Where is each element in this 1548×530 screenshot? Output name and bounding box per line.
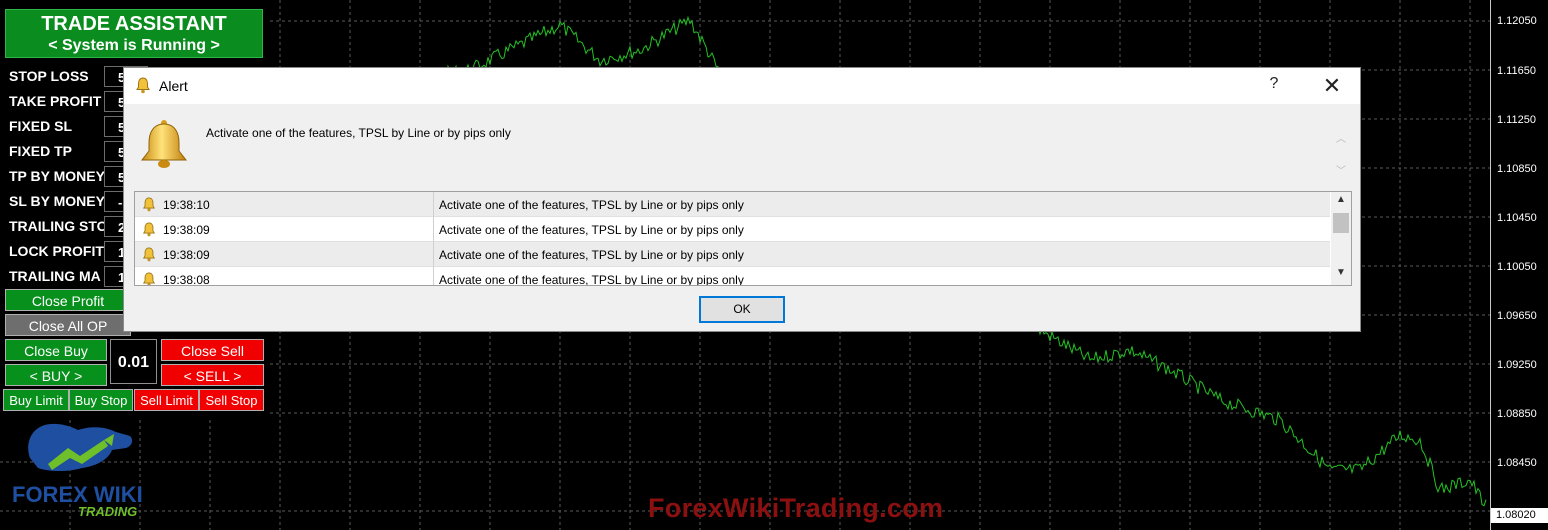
- price-label: 1.12050: [1497, 15, 1537, 27]
- price-label: 1.11650: [1497, 65, 1536, 77]
- scrollbar-thumb[interactable]: [1333, 213, 1349, 233]
- bell-icon: [142, 247, 156, 262]
- buy-limit-button[interactable]: Buy Limit: [3, 389, 69, 411]
- alert-time: 19:38:09: [163, 248, 210, 262]
- lot-size-input[interactable]: 0.01: [110, 339, 157, 384]
- panel-header: TRADE ASSISTANT < System is Running >: [5, 9, 263, 58]
- bell-icon: [140, 120, 188, 168]
- column-divider: [433, 242, 434, 267]
- alert-row[interactable]: 19:38:08 Activate one of the features, T…: [135, 267, 1330, 286]
- alert-message: Activate one of the features, TPSL by Li…: [206, 126, 511, 140]
- param-label: STOP LOSS: [9, 68, 89, 84]
- column-divider: [433, 217, 434, 242]
- param-label: TAKE PROFIT: [9, 93, 102, 109]
- price-label: 1.08450: [1497, 457, 1537, 469]
- sell-stop-button[interactable]: Sell Stop: [199, 389, 264, 411]
- question-icon[interactable]: ?: [1264, 75, 1284, 97]
- param-label: TRAILING MA: [9, 268, 101, 284]
- chevron-down-icon[interactable]: ﹀: [1334, 162, 1348, 177]
- bell-icon: [142, 272, 156, 285]
- param-label: TRAILING STOP: [9, 218, 117, 234]
- price-label: 1.10450: [1497, 212, 1537, 224]
- list-scrollbar[interactable]: ▲ ▼: [1331, 192, 1351, 285]
- message-scrollbar[interactable]: ︿ ﹀: [1334, 124, 1348, 180]
- alert-text: Activate one of the features, TPSL by Li…: [439, 223, 744, 237]
- close-icon[interactable]: ✕: [1314, 72, 1350, 100]
- dialog-title: Alert: [159, 78, 188, 94]
- forex-wiki-logo: FOREX WIKI TRADING: [8, 418, 158, 523]
- alert-row[interactable]: 19:38:10 Activate one of the features, T…: [135, 192, 1330, 217]
- price-label: 1.09650: [1497, 310, 1537, 322]
- chevron-up-icon[interactable]: ︿: [1334, 130, 1348, 145]
- param-label: LOCK PROFIT: [9, 243, 104, 259]
- alert-text: Activate one of the features, TPSL by Li…: [439, 248, 744, 262]
- param-label: FIXED TP: [9, 143, 73, 159]
- buy-stop-button[interactable]: Buy Stop: [69, 389, 133, 411]
- bell-icon: [136, 77, 150, 94]
- alert-row[interactable]: 19:38:09 Activate one of the features, T…: [135, 242, 1330, 267]
- alert-text: Activate one of the features, TPSL by Li…: [439, 273, 744, 286]
- price-label: 1.08850: [1497, 408, 1537, 420]
- logo-subtitle: TRADING: [78, 504, 138, 519]
- chevron-up-icon[interactable]: ▲: [1331, 194, 1351, 208]
- bell-icon: [142, 197, 156, 212]
- buy-button[interactable]: < BUY >: [5, 364, 107, 386]
- watermark-text: ForexWikiTrading.com: [648, 493, 944, 523]
- sell-limit-button[interactable]: Sell Limit: [134, 389, 199, 411]
- chevron-down-icon[interactable]: ▼: [1331, 267, 1351, 281]
- ok-button[interactable]: OK: [699, 296, 785, 323]
- param-label: FIXED SL: [9, 118, 73, 134]
- bull-icon: [28, 423, 133, 471]
- alert-dialog: Alert ? ✕ Activate one of the features, …: [123, 67, 1361, 332]
- price-label: 1.10850: [1497, 163, 1537, 175]
- dialog-titlebar[interactable]: Alert ? ✕: [124, 68, 1360, 104]
- close-all-op-button[interactable]: Close All OP: [5, 314, 131, 336]
- price-label: 1.11250: [1497, 114, 1536, 126]
- price-label: 1.10050: [1497, 261, 1537, 273]
- column-divider: [433, 267, 434, 285]
- column-divider: [433, 192, 434, 217]
- price-label: 1.09250: [1497, 359, 1537, 371]
- price-axis: 1.12050 1.11650 1.11250 1.10850 1.10450 …: [1490, 0, 1548, 530]
- close-sell-button[interactable]: Close Sell: [161, 339, 264, 361]
- alert-time: 19:38:08: [163, 273, 210, 286]
- close-profit-button[interactable]: Close Profit: [5, 289, 131, 311]
- alert-history-list[interactable]: 19:38:10 Activate one of the features, T…: [134, 191, 1352, 286]
- alert-time: 19:38:10: [163, 198, 210, 212]
- alert-time: 19:38:09: [163, 223, 210, 237]
- close-buy-button[interactable]: Close Buy: [5, 339, 107, 361]
- bell-icon: [142, 222, 156, 237]
- current-price-label: 1.08020: [1491, 508, 1548, 523]
- param-label: TP BY MONEY: [9, 168, 105, 184]
- panel-title: TRADE ASSISTANT: [41, 13, 227, 35]
- sell-button[interactable]: < SELL >: [161, 364, 264, 386]
- panel-status: < System is Running >: [48, 37, 220, 54]
- param-label: SL BY MONEY: [9, 193, 105, 209]
- alert-text: Activate one of the features, TPSL by Li…: [439, 198, 744, 212]
- alert-row[interactable]: 19:38:09 Activate one of the features, T…: [135, 217, 1330, 242]
